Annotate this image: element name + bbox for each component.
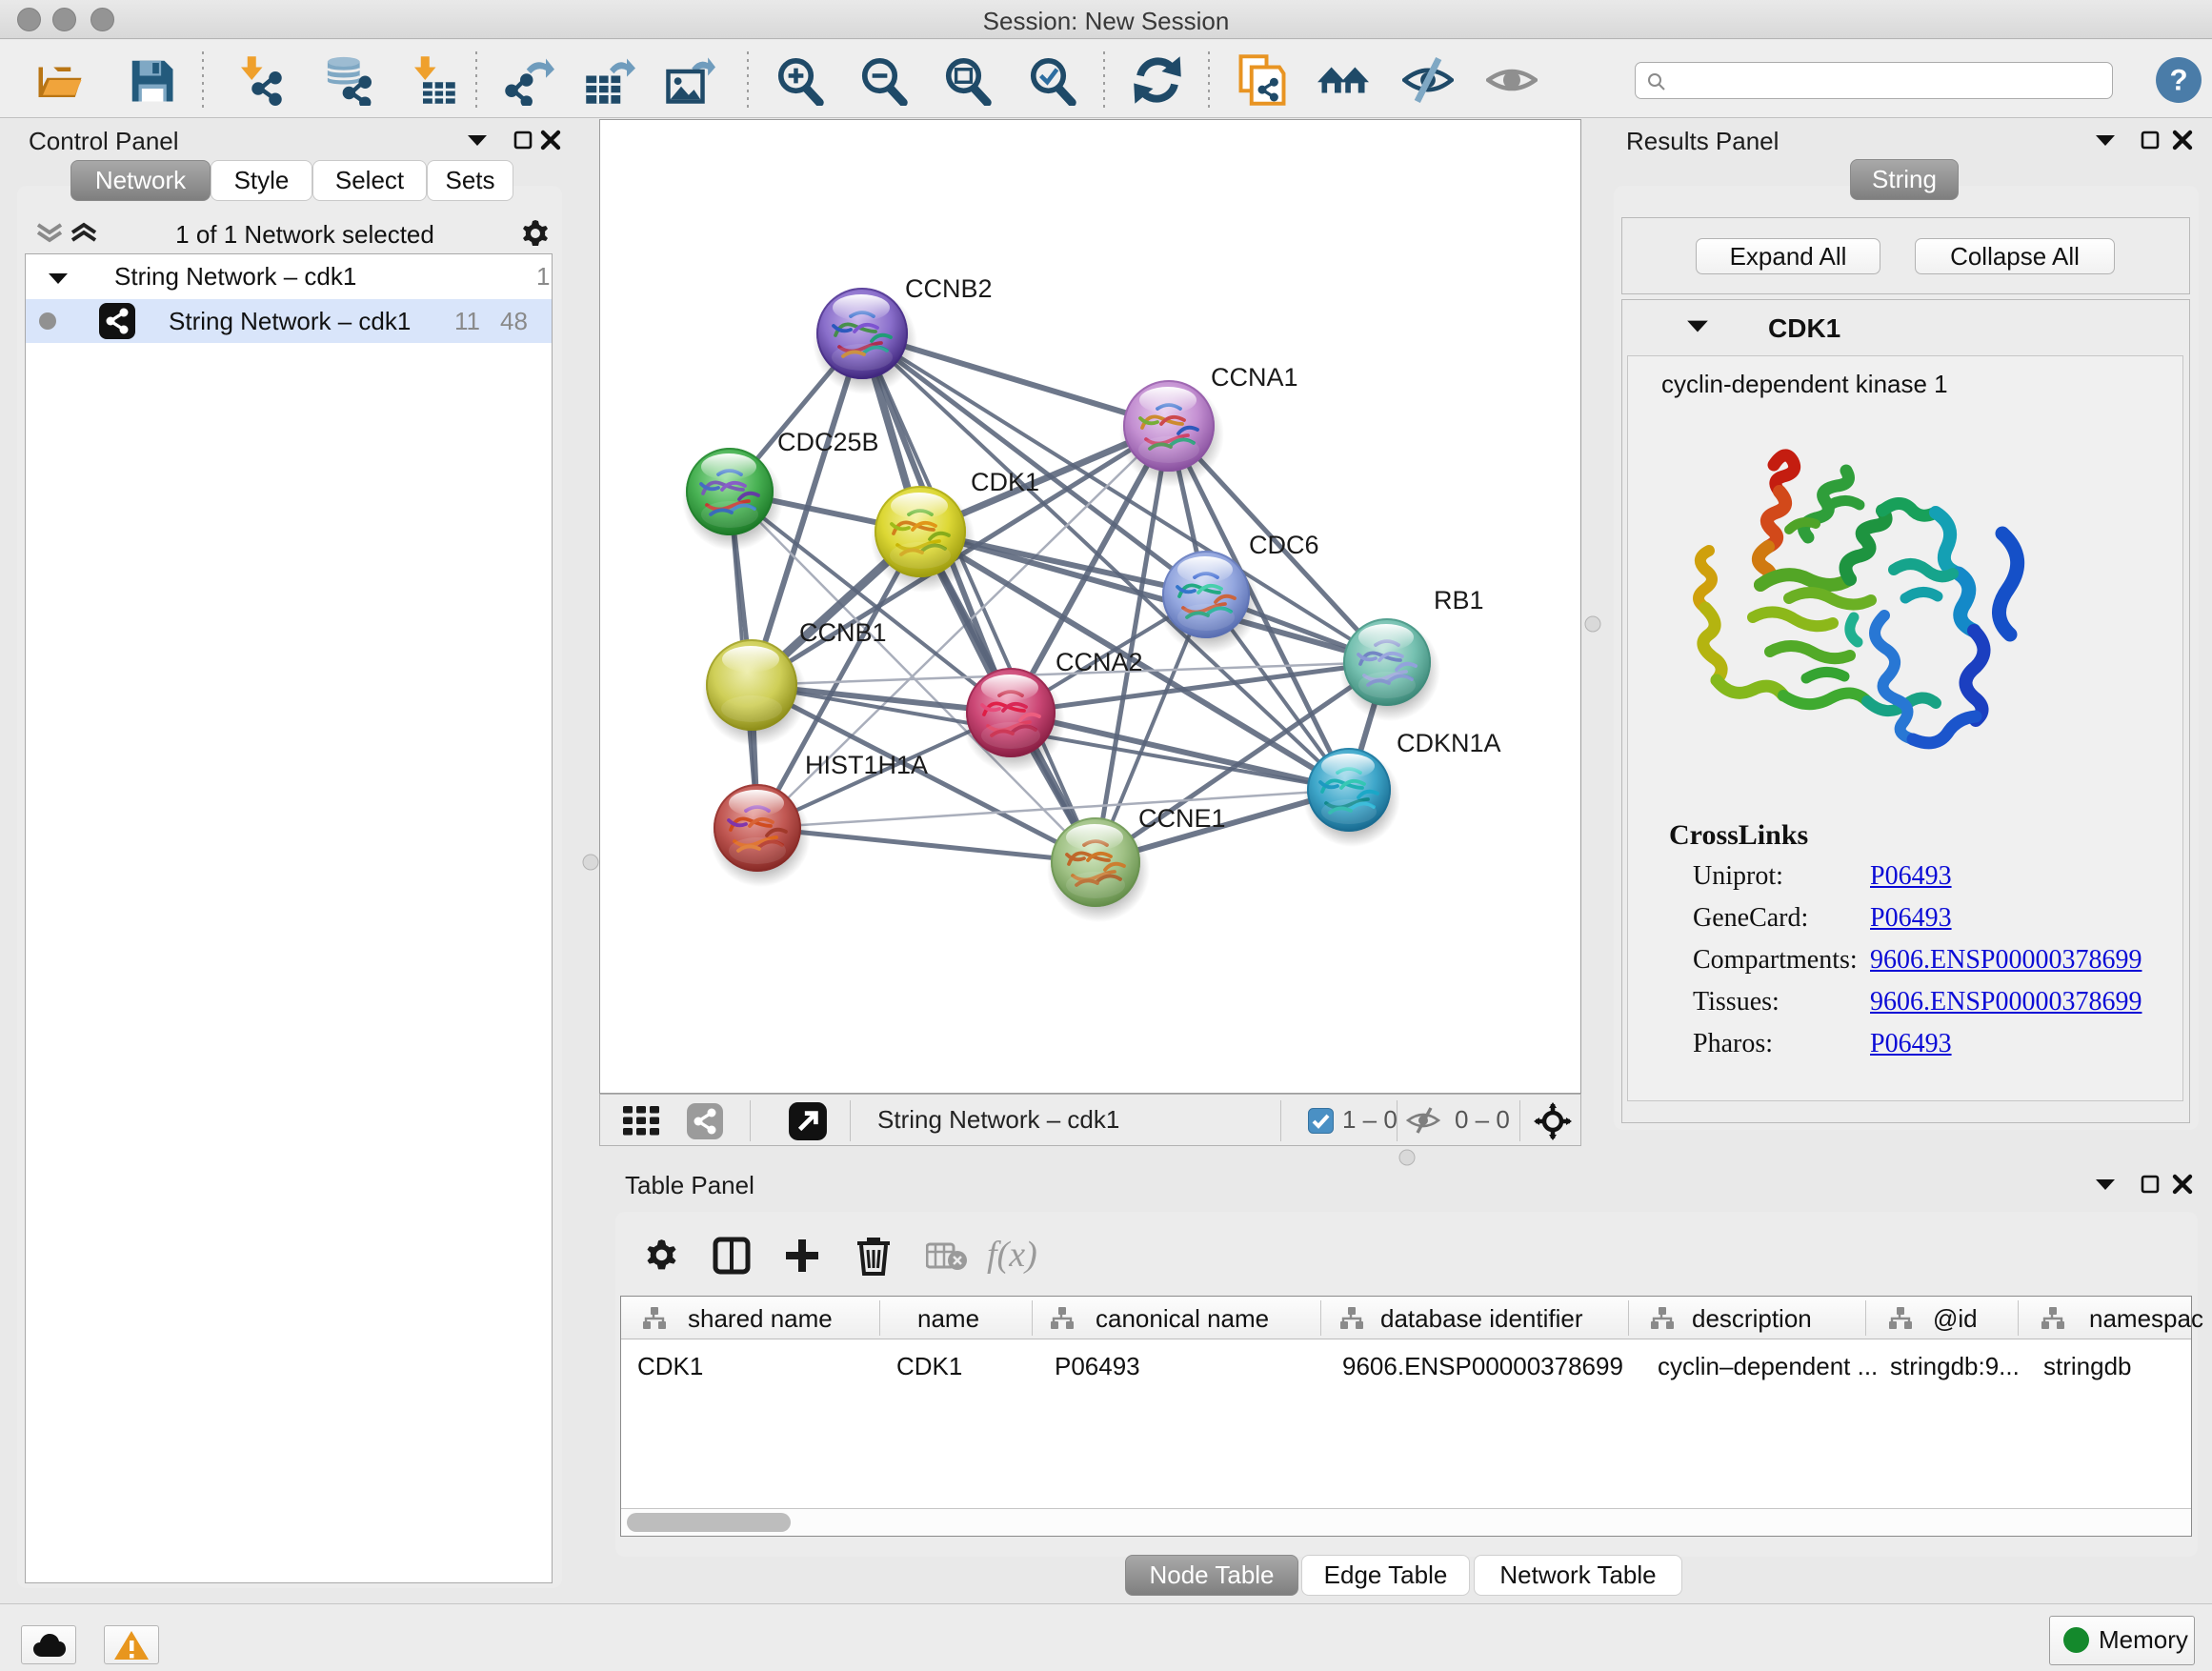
- svg-text:CDC6: CDC6: [1249, 531, 1319, 559]
- svg-text:CCNB2: CCNB2: [905, 274, 993, 303]
- svg-text:CCNA1: CCNA1: [1211, 363, 1298, 392]
- svg-text:CDC25B: CDC25B: [777, 428, 879, 456]
- svg-text:HIST1H1A: HIST1H1A: [805, 751, 928, 779]
- svg-text:CCNA2: CCNA2: [1056, 648, 1143, 676]
- svg-text:RB1: RB1: [1434, 586, 1484, 614]
- svg-text:?: ?: [2169, 63, 2187, 96]
- svg-text:CDKN1A: CDKN1A: [1397, 729, 1501, 757]
- svg-text:CDK1: CDK1: [971, 468, 1039, 496]
- svg-text:CCNB1: CCNB1: [799, 618, 887, 647]
- svg-text:CCNE1: CCNE1: [1138, 804, 1226, 833]
